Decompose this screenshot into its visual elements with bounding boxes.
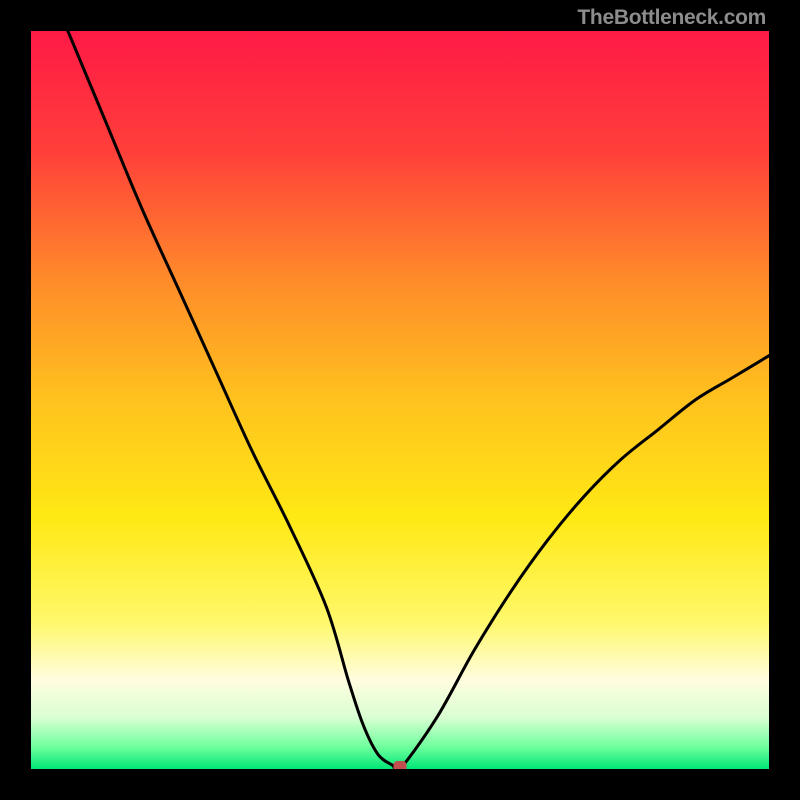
- optimal-marker: [394, 761, 407, 769]
- chart-svg: [31, 31, 769, 769]
- plot-area: [31, 31, 769, 769]
- chart-frame: TheBottleneck.com: [0, 0, 800, 800]
- attribution-text: TheBottleneck.com: [577, 6, 766, 30]
- gradient-background: [31, 31, 769, 769]
